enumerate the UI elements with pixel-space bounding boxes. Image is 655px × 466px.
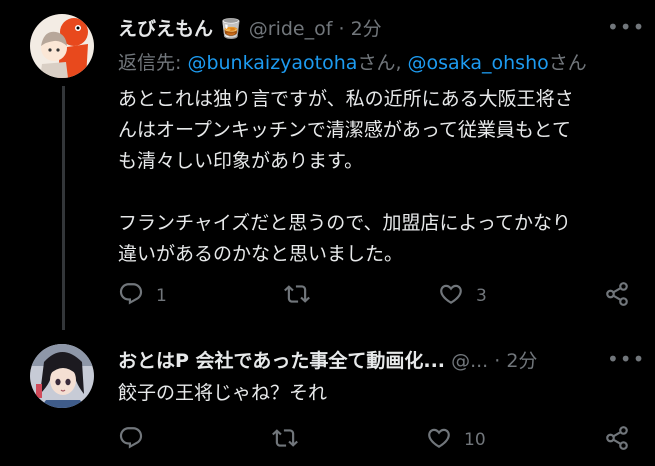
separator-dot: · — [338, 18, 345, 40]
retweet-button[interactable] — [284, 281, 322, 311]
reply-suffix: さん, — [357, 52, 408, 74]
text-line: あとこれは独り言ですが、私の近所にある大阪王将さ — [118, 88, 574, 110]
mention-link[interactable]: @osaka_ohsho — [408, 52, 549, 74]
avatar[interactable] — [30, 14, 94, 78]
avatar[interactable] — [30, 344, 94, 408]
display-name[interactable]: えびえもん — [118, 18, 213, 40]
more-icon[interactable]: ••• — [607, 17, 644, 37]
share-button[interactable] — [604, 425, 630, 455]
tweet[interactable]: おとはP 会社であった事全て動画化... @... · 2分 ••• 餃子の王将… — [0, 330, 655, 466]
tweet-text: あとこれは独り言ですが、私の近所にある大阪王将さ んはオープンキッチンで清潔感が… — [118, 84, 638, 270]
text-line: 餃子の王将じゃね？それ — [118, 382, 328, 404]
tweet[interactable]: えびえもん 🥃 @ride_of · 2分 ••• 返信先: @bunkaizy… — [0, 0, 655, 330]
reply-prefix: 返信先: — [118, 52, 188, 74]
reply-button[interactable]: 1 — [118, 281, 167, 311]
more-icon[interactable]: ••• — [607, 349, 644, 369]
like-button[interactable]: 3 — [438, 281, 487, 311]
tweet-text: 餃子の王将じゃね？それ — [118, 378, 638, 409]
separator-dot: · — [494, 350, 501, 372]
like-icon — [426, 425, 452, 456]
reply-icon — [118, 425, 144, 456]
action-bar: 1 3 — [118, 281, 638, 311]
tweet-header: えびえもん 🥃 @ride_of · 2分 — [118, 14, 615, 41]
like-count: 3 — [476, 286, 487, 306]
action-bar: 10 — [118, 425, 638, 455]
text-line: も清々しい印象があります。 — [118, 150, 364, 172]
display-name[interactable]: おとはP 会社であった事全て動画化... — [118, 350, 445, 372]
like-icon — [438, 281, 464, 312]
handle[interactable]: @ride_of — [249, 18, 333, 40]
text-line: 違いがあるのかなと思いました。 — [118, 243, 404, 265]
reply-button[interactable] — [118, 425, 156, 455]
text-line: んはオープンキッチンで清潔感があって従業員もとて — [118, 119, 571, 141]
like-count: 10 — [464, 430, 486, 450]
emoji-icon: 🥃 — [219, 18, 243, 40]
retweet-button[interactable] — [272, 425, 310, 455]
share-icon — [604, 425, 630, 456]
thread-line — [62, 86, 65, 330]
share-icon — [604, 281, 630, 312]
reply-count: 1 — [156, 286, 167, 306]
reply-suffix: さん — [548, 52, 587, 74]
handle[interactable]: @... — [451, 350, 488, 372]
timestamp[interactable]: 2分 — [506, 350, 537, 372]
mention-link[interactable]: @bunkaizyaotoha — [187, 52, 357, 74]
retweet-icon — [284, 281, 310, 312]
text-line: フランチャイズだと思うので、加盟店によってかなり — [118, 212, 571, 234]
reply-to: 返信先: @bunkaizyaotohaさん, @osaka_ohshoさん — [118, 48, 587, 75]
reply-icon — [118, 281, 144, 312]
timestamp[interactable]: 2分 — [351, 18, 382, 40]
tweet-header: おとはP 会社であった事全て動画化... @... · 2分 — [118, 346, 615, 373]
share-button[interactable] — [604, 281, 630, 311]
retweet-icon — [272, 425, 298, 456]
like-button[interactable]: 10 — [426, 425, 486, 455]
